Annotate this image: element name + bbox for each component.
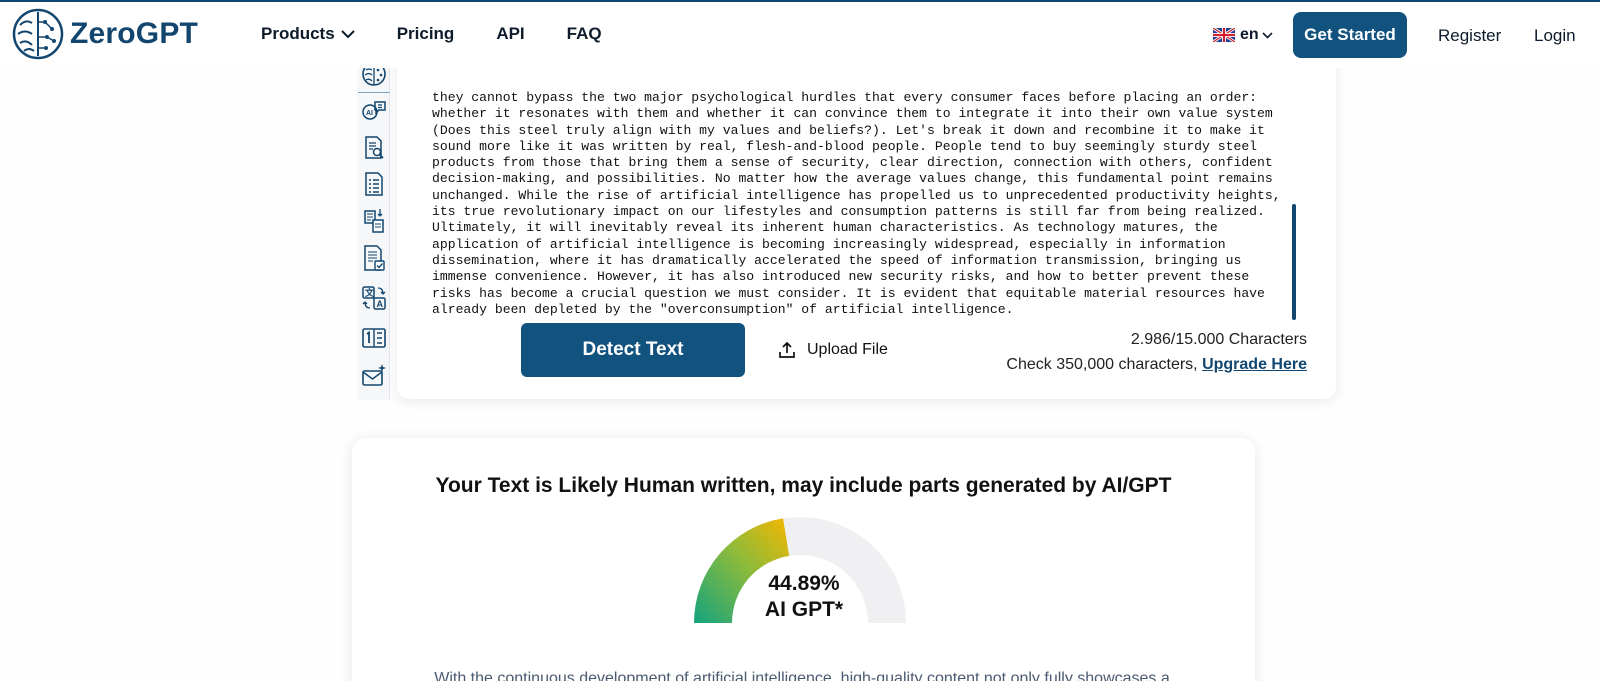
ai-chat-icon[interactable]: AI: [360, 98, 388, 126]
result-description: With the continuous development of artif…: [434, 670, 1170, 681]
upgrade-prompt-text: Check 350,000 characters,: [1006, 356, 1198, 373]
detect-text-button[interactable]: Detect Text: [521, 323, 745, 377]
language-code: en: [1240, 26, 1259, 43]
upload-icon: [779, 341, 795, 358]
tools-sidebar: AI 文 A: [358, 56, 390, 400]
brand-name: ZeroGPT: [70, 17, 199, 50]
site-header: ZeroGPT Products Pricing API FAQ en Get …: [0, 2, 1600, 68]
nav-api[interactable]: API: [496, 24, 524, 44]
language-selector[interactable]: en: [1213, 26, 1273, 44]
upload-file-label: Upload File: [807, 341, 888, 358]
summarizer-icon[interactable]: [360, 206, 388, 234]
character-counter: 2.986/15.000 Characters Check 350,000 ch…: [1006, 327, 1307, 377]
get-started-button[interactable]: Get Started: [1293, 12, 1407, 58]
chevron-down-icon: [340, 30, 355, 39]
word-counter-icon[interactable]: [360, 324, 388, 352]
chevron-down-icon: [1262, 32, 1273, 39]
text-input-area[interactable]: they cannot bypass the two major psychol…: [432, 90, 1282, 320]
upgrade-prompt: Check 350,000 characters, Upgrade Here: [1006, 352, 1307, 377]
uk-flag-icon: [1213, 28, 1235, 42]
upgrade-link[interactable]: Upgrade Here: [1202, 356, 1307, 373]
result-title: Your Text is Likely Human written, may i…: [435, 474, 1172, 497]
login-link[interactable]: Login: [1534, 26, 1576, 46]
character-count-text: 2.986/15.000 Characters: [1130, 331, 1307, 348]
document-list-icon[interactable]: [360, 170, 388, 198]
detection-result-card: Your Text is Likely Human written, may i…: [352, 438, 1255, 681]
ai-gpt-label: AI GPT*: [764, 598, 844, 621]
ai-percentage-value: 44.89%: [768, 572, 840, 595]
nav-pricing[interactable]: Pricing: [397, 24, 455, 44]
main-nav: Products Pricing API FAQ: [261, 24, 644, 44]
nav-faq[interactable]: FAQ: [567, 24, 602, 44]
upload-file-button[interactable]: Upload File: [777, 340, 888, 360]
register-link[interactable]: Register: [1438, 26, 1501, 46]
text-editor-card: they cannot bypass the two major psychol…: [397, 56, 1336, 399]
sidebar-divider: [358, 92, 390, 93]
email-sparkle-icon[interactable]: [360, 362, 388, 390]
document-check-icon[interactable]: [360, 244, 388, 272]
brain-logo-icon: [12, 8, 64, 60]
logo-link[interactable]: ZeroGPT: [12, 7, 198, 61]
translate-icon[interactable]: 文 A: [360, 284, 388, 312]
nav-products-label: Products: [261, 24, 335, 43]
document-search-icon[interactable]: [360, 134, 388, 162]
editor-scrollbar[interactable]: [1292, 204, 1296, 320]
nav-products[interactable]: Products: [261, 24, 355, 44]
svg-text:A: A: [377, 299, 384, 309]
svg-text:AI: AI: [366, 110, 373, 117]
svg-text:文: 文: [364, 287, 375, 299]
